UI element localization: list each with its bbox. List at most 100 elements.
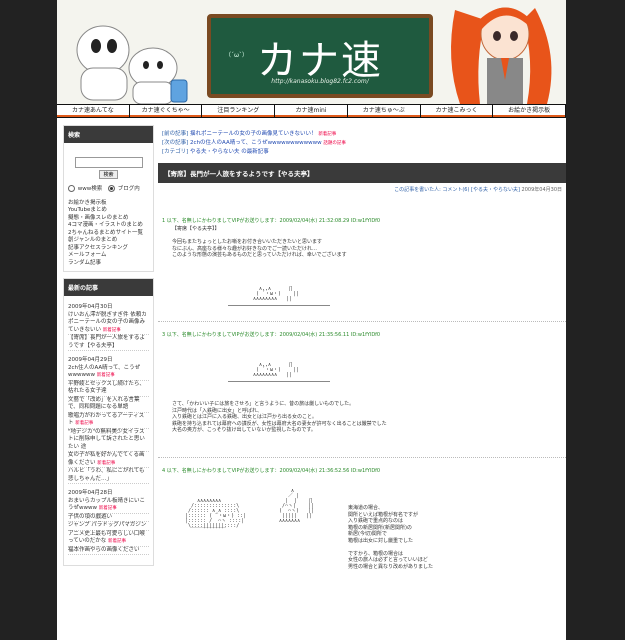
related-category[interactable]: [カテゴリ] — [162, 149, 188, 155]
post-3: 4 以下、名無しにかわりましてVIPがお送りします：2009/02/04(水) … — [158, 467, 566, 474]
post-line: 大名の奥方が、こっそり抜け出していないか監視したものです。 — [172, 427, 316, 433]
recent-item[interactable]: ジャンプ パラドッグパマガジン — [68, 522, 149, 531]
post-text: 東海道の場合、 関所といえば箱根が有名ですが 入り鉄砲で重点的なのは 箱根の新居関所(… — [338, 505, 488, 570]
recent-title: 最新の記事 — [64, 279, 153, 296]
recent-item-title[interactable]: 文藝で「改め」を入れる言葉で、同和問題になる単語 — [68, 397, 140, 411]
recent-date: 2009年04月28日 — [68, 490, 113, 496]
recent-item[interactable]: 子供の頃の戯遊い — [68, 514, 149, 522]
new-badge: 新着記事 — [107, 539, 126, 544]
recent-item[interactable]: 福本作画やらの画像ください — [68, 547, 149, 555]
related-link[interactable]: やる夫・やらない夫 の最新記事 — [190, 149, 269, 155]
related-links: [前の記事] 揺れポニーテールの女の子の画像見ていきないい！ 新着記事 [次の記事… — [158, 130, 566, 157]
recent-list: 2009年04月30日けいおん澪が脱ぎすぎ件 依頼カポニーテールの女の子の画像み… — [64, 296, 153, 565]
related-category[interactable]: [前の記事] — [162, 131, 188, 137]
post-header: 3 以下、名無しにかわりましてVIPがお送りします：2009/02/04(水) … — [162, 332, 381, 338]
sidebar-link[interactable]: 記事アクセスランキング — [68, 245, 149, 253]
sidebar: 検索 検索 www検索 ブログ内 お絵かき掲示板 YouTubeまとめ 擬態・画… — [63, 125, 154, 640]
recent-item[interactable]: けいおん澪が脱ぎすぎ件 依頼カポニーテールの女の子の画像みていきないい 新着記事 — [68, 312, 149, 335]
recent-item[interactable]: "地デジカ"の無料美少女イラストに削除申して訴されたと思いたい 途 — [68, 429, 149, 452]
recent-item[interactable]: おまいらカップル板晴きにいこうぜwwww 新着記事 — [68, 498, 149, 514]
recent-box: 最新の記事 2009年04月30日けいおん澪が脱ぎすぎ件 依頼カポニーテールの女… — [63, 278, 154, 566]
nav-item-ranking[interactable]: 注目ランキング — [202, 105, 275, 117]
sidebar-link[interactable]: お絵かき掲示板 — [68, 200, 149, 208]
new-badge: 新着記事 — [96, 373, 115, 378]
blog-page: カナ速 （´ω`） http://kanasoku.blog82.fc2.com… — [57, 0, 566, 640]
entry-title: 【寄席】長門が一人旅をするようです【やる夫亭】 — [158, 163, 566, 183]
related-link-row: [カテゴリ] やる夫・やらない夫 の最新記事 — [162, 148, 566, 157]
nav-item-chuubu[interactable]: カナ速ちゅ～ぶ — [347, 105, 420, 117]
post-text: 【寄席【やる夫亭】】 今回もまたちょっとしたお噺をお付き合いいただきたいと思いま… — [162, 226, 566, 259]
recent-item-title[interactable]: 福本作画やらの画像ください — [68, 547, 140, 553]
white-mascot-icon — [76, 25, 188, 104]
recent-item[interactable]: 2ch住人のAA晴って、こうぜwwwwww 新着記事 — [68, 365, 149, 381]
recent-item-title[interactable]: 平野綾とセックスし続けたら、枯れたる女子達 — [68, 381, 145, 395]
stage-line — [228, 305, 330, 306]
new-badge: 新着記事 — [98, 506, 117, 511]
sidebar-link[interactable]: 創ジャンルのまとめ — [68, 237, 149, 245]
recent-item[interactable]: 平野綾とセックスし続けたら、枯れたる女子達 — [68, 381, 149, 397]
related-link[interactable]: 2chの住人のAA晴って、こうぜwwwwwwwwwwww — [190, 140, 322, 146]
recent-item[interactable]: 歌唱力がわかってるアーティスト 新着記事 — [68, 413, 149, 429]
recent-item[interactable]: 女の子が私を好かんでてくる画像ください 新着記事 — [68, 452, 149, 468]
sidebar-link[interactable]: メールフォーム — [68, 252, 149, 260]
recent-item-title[interactable]: 【寄席】長門が一人旅をするようです【やる夫亭】 — [68, 335, 145, 349]
post-2: 3 以下、名無しにかわりましてVIPがお送りします：2009/02/04(水) … — [158, 331, 566, 338]
related-link-row: [前の記事] 揺れポニーテールの女の子の画像見ていきないい！ 新着記事 — [162, 130, 566, 139]
recent-item-title[interactable]: ハルヒ「うわ、私にこがれても悲しちゃんだ…」 — [68, 468, 144, 482]
blog-radio[interactable] — [108, 185, 115, 192]
nav-item-comic[interactable]: カナ速こみっく — [420, 105, 493, 117]
search-box: 検索 検索 www検索 ブログ内 お絵かき掲示板 YouTubeまとめ 擬態・画… — [63, 125, 154, 272]
recent-item[interactable]: アニメ史上最も可愛らしい口喉っていのだかな 新着記事 — [68, 531, 149, 547]
smiley-text: （´ω`） — [225, 52, 249, 59]
recent-item-title[interactable]: "地デジカ"の無料美少女イラストに削除申して訴されたと思いたい 途 — [68, 429, 145, 450]
related-link-row: [次の記事] 2chの住人のAA晴って、こうぜwwwwwwwwwwww 話題の記… — [162, 139, 566, 148]
recent-item[interactable]: 【寄席】長門が一人旅をするようです【やる夫亭】 — [68, 335, 149, 351]
entry-body: 1 以下、名無しにかわりましてVIPがお送りします：2009/02/04(水) … — [158, 193, 566, 633]
www-radio-label: www検索 — [77, 186, 103, 192]
nav-item-mini[interactable]: カナ速mini — [275, 105, 347, 117]
nav-item-oekaki[interactable]: お絵かき掲示板 — [493, 105, 566, 117]
new-badge: 新着記事 — [75, 421, 94, 426]
recent-item-title[interactable]: ジャンプ パラドッグパマガジン — [68, 522, 146, 528]
main-content: [前の記事] 揺れポニーテールの女の子の画像見ていきないい！ 新着記事 [次の記事… — [158, 125, 566, 640]
recent-item[interactable]: 文藝で「改め」を入れる言葉で、同和問題になる単語 — [68, 397, 149, 413]
post-line: 男性の場合と異なり改めがありました — [348, 563, 434, 570]
entry-meta: この記事を書いた人: コメント(6) [やる夫・やらない夫] 2009年04月3… — [158, 183, 566, 193]
site-url: http://kanasoku.blog82.fc2.com/ — [271, 78, 369, 85]
blog-radio-label: ブログ内 — [117, 186, 140, 192]
hot-badge: 話題の記事 — [323, 141, 346, 146]
post-text: さて、「かわいい子には旅をさせろ」と言うように、昔の旅は厳しいものでした。 江戸時… — [162, 401, 472, 434]
search-input[interactable] — [74, 157, 143, 168]
sidebar-link[interactable]: 擬態・画像スレのまとめ — [68, 215, 149, 223]
post-header: 1 以下、名無しにかわりましてVIPがお送りします：2009/02/04(水) … — [162, 218, 381, 224]
sidebar-link[interactable]: ランダム記事 — [68, 260, 149, 268]
new-badge: 新着記事 — [97, 460, 116, 466]
ascii-art-4: ∧ ／ | | | ∏ /⌒ヽ| || ( ⌒ヽ) || ||||| || ∧∧… — [279, 488, 315, 524]
sidebar-link[interactable]: 4コマ漫画・イラストのまとめ — [68, 222, 149, 230]
nav-item-gukucha[interactable]: カナ速ぐくちゃ～ — [129, 105, 202, 117]
sidebar-links: お絵かき掲示板 YouTubeまとめ 擬態・画像スレのまとめ 4コマ漫画・イラス… — [68, 200, 149, 268]
recent-date: 2009年04月29日 — [68, 357, 113, 363]
www-radio[interactable] — [68, 185, 75, 192]
sidebar-link[interactable]: YouTubeまとめ — [68, 207, 149, 215]
recent-item[interactable]: ハルヒ「うわ、私にこがれても悲しちゃんだ…」 — [68, 468, 149, 484]
ascii-art-3: ∧∧∧∧∧∧∧∧ /::::::::::::::\ /:::::: ∧_∧ ::… — [185, 498, 247, 534]
post-1: 1 以下、名無しにかわりましてVIPがお送りします：2009/02/04(水) … — [158, 217, 566, 259]
sidebar-link[interactable]: 2ちゃんねるまとめサイト一覧 — [68, 230, 149, 238]
recent-item-title[interactable]: アニメ史上最も可愛らしい口喉っていのだかな — [68, 531, 145, 545]
related-category[interactable]: [次の記事] — [162, 140, 188, 146]
recent-item-title[interactable]: 子供の頃の戯遊い — [68, 514, 112, 520]
anime-girl-icon — [451, 7, 552, 104]
related-link[interactable]: 揺れポニーテールの女の子の画像見ていきないい！ — [190, 131, 317, 137]
ascii-art-1: ∧,,∧ ∏ ( ´・ω・) || ∧∧∧∧∧∧∧∧ || — [253, 286, 300, 302]
search-title: 検索 — [64, 126, 153, 143]
nav-item-antenna[interactable]: カナ速あんてな — [57, 105, 129, 117]
recent-date: 2009年04月30日 — [68, 304, 113, 310]
new-badge: 新着記事 — [318, 132, 337, 137]
new-badge: 新着記事 — [102, 327, 121, 333]
site-banner[interactable]: カナ速 （´ω`） http://kanasoku.blog82.fc2.com… — [57, 0, 566, 104]
search-button[interactable]: 検索 — [99, 170, 118, 179]
chalkboard-logo: カナ速 （´ω`） http://kanasoku.blog82.fc2.com… — [207, 14, 433, 98]
post-header: 4 以下、名無しにかわりましてVIPがお送りします：2009/02/04(水) … — [162, 468, 381, 474]
post-line: このような形態の演芸もあるものだと思っていただければ、幸いでございます — [172, 252, 347, 258]
